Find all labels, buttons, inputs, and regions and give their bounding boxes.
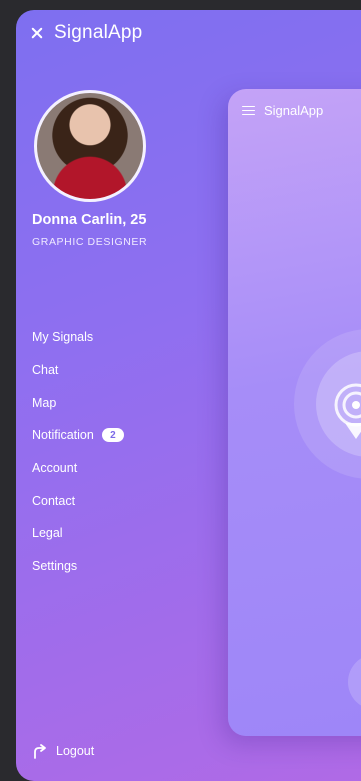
logout-icon — [34, 744, 46, 759]
menu-item-settings[interactable]: Settings — [32, 550, 124, 583]
menu-item-label: Notification — [32, 428, 94, 443]
menu-item-label: Chat — [32, 363, 59, 378]
menu-item-map[interactable]: Map — [32, 386, 124, 419]
close-icon[interactable] — [30, 26, 44, 40]
profile-name: Donna Carlin, 25 — [32, 212, 147, 228]
app-screen: SignalApp Donna Carlin, 25 GRAPHIC DESIG… — [16, 10, 361, 781]
preview-top-bar: SignalApp — [242, 103, 323, 118]
avatar[interactable] — [34, 90, 146, 202]
preview-action-button[interactable] — [348, 654, 361, 710]
menu-item-legal[interactable]: Legal — [32, 517, 124, 550]
app-title: SignalApp — [54, 22, 143, 43]
menu-item-label: Settings — [32, 559, 78, 574]
menu-item-notification[interactable]: Notification 2 — [32, 419, 124, 452]
menu-item-label: Account — [32, 461, 78, 476]
menu-item-label: My Signals — [32, 330, 94, 345]
signal-icon[interactable] — [331, 379, 361, 441]
notification-badge: 2 — [101, 428, 124, 443]
menu-item-chat[interactable]: Chat — [32, 354, 124, 387]
logout-label: Logout — [56, 744, 95, 758]
menu-item-label: Contact — [32, 493, 76, 508]
menu-item-account[interactable]: Account — [32, 452, 124, 485]
menu-item-contact[interactable]: Contact — [32, 484, 124, 517]
menu-item-label: Map — [32, 395, 57, 410]
main-screen-preview[interactable]: SignalApp — [228, 89, 361, 736]
hamburger-icon[interactable] — [242, 105, 255, 116]
top-bar: SignalApp — [30, 22, 142, 44]
side-menu: My Signals Chat Map Notification 2 Accou… — [32, 321, 124, 583]
preview-title: SignalApp — [264, 103, 324, 118]
profile-role: GRAPHIC DESIGNER — [32, 236, 148, 248]
menu-item-my-signals[interactable]: My Signals — [32, 321, 124, 354]
menu-item-label: Legal — [32, 526, 63, 541]
logout-button[interactable]: Logout — [32, 743, 94, 759]
